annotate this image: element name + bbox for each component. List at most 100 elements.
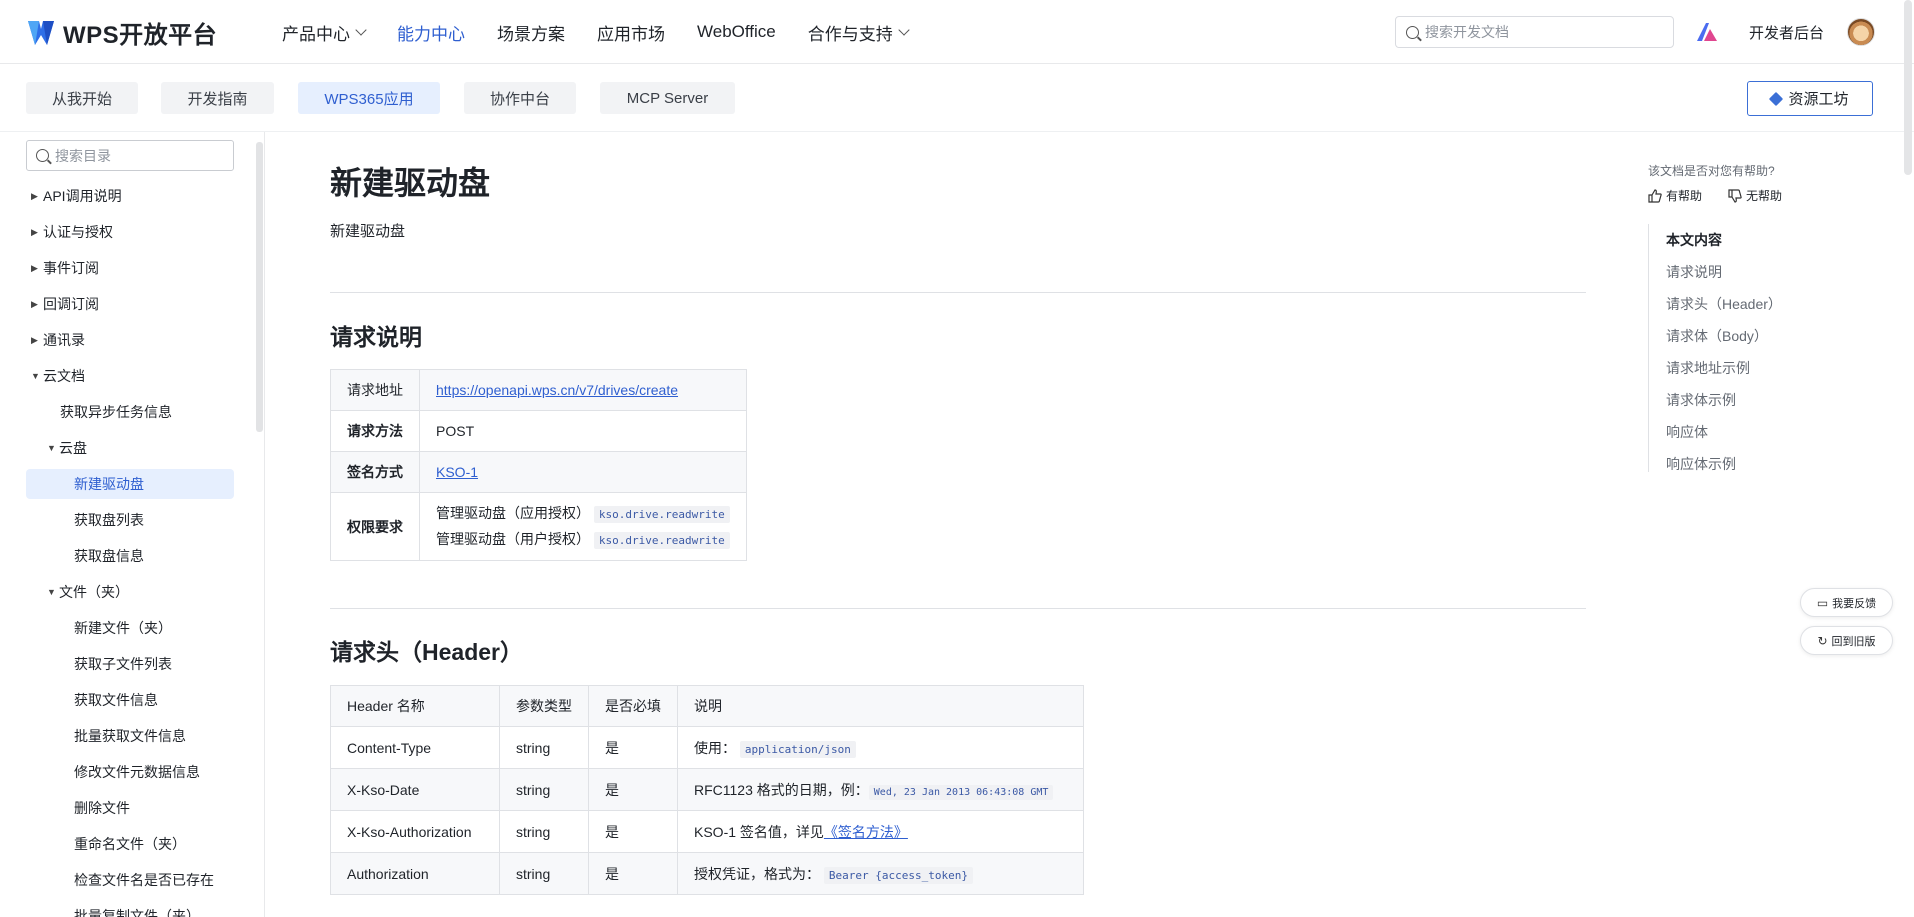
sidebar-item[interactable]: ▼ 云文档 — [31, 361, 85, 391]
expand-arrow-icon: ▶ — [31, 226, 38, 237]
refresh-icon: ↻ — [1817, 633, 1828, 648]
wps-logo-icon — [28, 20, 54, 45]
permission-text: 管理驱动盘（用户授权） — [436, 530, 590, 547]
required-cell: 是 — [588, 852, 678, 895]
tab-dev-guide[interactable]: 开发指南 — [161, 82, 274, 114]
sidebar-item[interactable]: 修改文件元数据信息 — [74, 757, 200, 787]
sidebar-item-label: 获取盘列表 — [74, 512, 144, 528]
top-nav-bar: WPS开放平台 产品中心 能力中心 场景方案 应用市场 WebOffice 合作… — [0, 0, 1914, 64]
toc-item[interactable]: 请求头（Header） — [1666, 294, 1782, 314]
sidebar-item[interactable]: 批量复制文件（夹） — [74, 901, 200, 917]
sidebar-item[interactable]: ▼ 云盘 — [47, 433, 87, 463]
toc-item[interactable]: 请求体示例 — [1666, 390, 1736, 410]
toc-item[interactable]: 请求体（Body） — [1666, 326, 1768, 346]
column-header: 说明 — [677, 685, 1084, 727]
desc-cell: 使用： application/json — [677, 726, 1084, 769]
sidebar-item[interactable]: 删除文件 — [74, 793, 130, 823]
nav-label: 场景方案 — [497, 24, 565, 44]
chevron-down-icon — [898, 23, 910, 36]
tab-mcp-server[interactable]: MCP Server — [600, 82, 735, 114]
sidebar-item[interactable]: 重命名文件（夹） — [74, 829, 186, 859]
nav-item-capabilities[interactable]: 能力中心 — [397, 20, 465, 45]
feedback-button[interactable]: ▭ 我要反馈 — [1800, 588, 1893, 617]
nav-item-partnership[interactable]: 合作与支持 — [808, 20, 910, 45]
main-nav: 产品中心 能力中心 场景方案 应用市场 WebOffice 合作与支持 — [282, 0, 940, 64]
old-version-label: 回到旧版 — [1831, 635, 1876, 648]
logo-text: WPS开放平台 — [63, 22, 218, 49]
sidebar-scrollbar[interactable] — [256, 142, 263, 432]
nav-item-products[interactable]: 产品中心 — [282, 20, 367, 45]
sidebar-item[interactable]: 检查文件名是否已存在 — [74, 865, 214, 895]
type-cell: string — [499, 810, 589, 853]
nav-item-solutions[interactable]: 场景方案 — [497, 20, 565, 45]
table-cell-key: 签名方式 — [330, 451, 420, 493]
toc-item[interactable]: 请求地址示例 — [1666, 358, 1750, 378]
toc-item[interactable]: 请求说明 — [1666, 262, 1722, 282]
desc-cell: RFC1123 格式的日期，例： Wed, 23 Jan 2013 06:43:0… — [677, 768, 1084, 811]
sidebar-item[interactable]: 获取子文件列表 — [74, 649, 172, 679]
sidebar-item[interactable]: 批量获取文件信息 — [74, 721, 186, 751]
permission-text: 管理驱动盘（应用授权） — [436, 504, 590, 521]
sidebar-item-label: 云盘 — [59, 440, 87, 456]
table-cell-key: 请求方法 — [330, 410, 420, 452]
desc-text: KSO-1 签名值，详见 — [694, 823, 824, 840]
sidebar-item[interactable]: ▶ 回调订阅 — [31, 289, 99, 319]
sidebar-item[interactable]: 获取异步任务信息 — [60, 397, 172, 427]
tab-getting-started[interactable]: 从我开始 — [26, 82, 138, 114]
chevron-down-icon — [355, 23, 367, 36]
expand-arrow-icon: ▶ — [31, 334, 38, 345]
sidebar-item[interactable]: ▼ 文件（夹） — [47, 577, 129, 607]
sidebar-item-label: 修改文件元数据信息 — [74, 764, 200, 780]
sidebar-item[interactable]: ▶ 通讯录 — [31, 325, 85, 355]
not-helpful-button[interactable]: 无帮助 — [1728, 187, 1782, 204]
nav-item-app-market[interactable]: 应用市场 — [597, 20, 665, 45]
sidebar-item[interactable]: 获取盘信息 — [74, 541, 144, 571]
table-row: X-Kso-Date string 是 RFC1123 格式的日期，例： Wed,… — [330, 768, 1084, 811]
ai-brand-icon[interactable] — [1695, 21, 1719, 43]
table-cell-value: 管理驱动盘（应用授权） kso.drive.readwrite 管理驱动盘（用户… — [419, 492, 747, 561]
request-url-link[interactable]: https://openapi.wps.cn/v7/drives/create — [436, 382, 678, 398]
header-params-table: Header 名称 参数类型 是否必填 说明 Content-Type stri… — [330, 685, 1084, 895]
sidebar-item-label: 获取子文件列表 — [74, 656, 172, 672]
wps-logo[interactable]: WPS开放平台 — [25, 15, 217, 50]
thumbs-up-icon — [1648, 188, 1662, 203]
search-icon — [36, 149, 49, 162]
sidebar-item-active[interactable]: 新建驱动盘 — [26, 469, 234, 499]
page-scrollbar[interactable] — [1904, 0, 1912, 175]
sidebar-item[interactable]: ▶ 认证与授权 — [31, 217, 113, 247]
scope-code: kso.drive.readwrite — [593, 505, 730, 523]
sign-method-link[interactable]: KSO-1 — [436, 464, 478, 480]
nav-item-weboffice[interactable]: WebOffice — [697, 22, 776, 42]
toc-item[interactable]: 响应体示例 — [1666, 454, 1736, 474]
sign-method-link[interactable]: 《签名方法》 — [824, 824, 908, 840]
expand-arrow-icon: ▶ — [31, 190, 38, 201]
scope-code: kso.drive.readwrite — [593, 531, 730, 549]
sidebar-item[interactable]: 获取盘列表 — [74, 505, 144, 535]
feedback-question: 该文档是否对您有帮助? — [1648, 164, 1775, 178]
header-name-cell: Authorization — [330, 852, 500, 895]
user-avatar[interactable] — [1847, 18, 1875, 46]
sidebar-item-label: 检查文件名是否已存在 — [74, 872, 214, 888]
table-row: 签名方式 KSO-1 — [330, 451, 747, 493]
doc-search-input[interactable]: 搜索开发文档 — [1395, 16, 1674, 48]
sidebar-item[interactable]: ▶ 事件订阅 — [31, 253, 99, 283]
tab-wps365-apps[interactable]: WPS365应用 — [298, 82, 440, 114]
old-version-button[interactable]: ↻ 回到旧版 — [1800, 626, 1893, 655]
resource-workshop-button[interactable]: 资源工坊 — [1747, 81, 1873, 116]
column-header: 参数类型 — [499, 685, 589, 727]
sidebar-item-label: 删除文件 — [74, 800, 130, 816]
sidebar-item-label: 文件（夹） — [59, 584, 129, 600]
sidebar-item-label: 重命名文件（夹） — [74, 836, 186, 852]
helpful-button[interactable]: 有帮助 — [1648, 187, 1702, 204]
sidebar-item[interactable]: 新建文件（夹） — [74, 613, 172, 643]
table-cell-key: 请求地址 — [330, 369, 420, 411]
not-helpful-label: 无帮助 — [1746, 189, 1783, 203]
permission-line: 管理驱动盘（用户授权） kso.drive.readwrite — [436, 527, 730, 553]
toc-item[interactable]: 响应体 — [1666, 422, 1708, 442]
tab-collab-center[interactable]: 协作中台 — [464, 82, 576, 114]
table-header-row: Header 名称 参数类型 是否必填 说明 — [330, 685, 1084, 727]
developer-console-link[interactable]: 开发者后台 — [1749, 22, 1824, 43]
sidebar-item[interactable]: ▶ API调用说明 — [31, 181, 122, 211]
sidebar-item[interactable]: 获取文件信息 — [74, 685, 158, 715]
directory-search-input[interactable]: 搜索目录 — [26, 140, 234, 171]
